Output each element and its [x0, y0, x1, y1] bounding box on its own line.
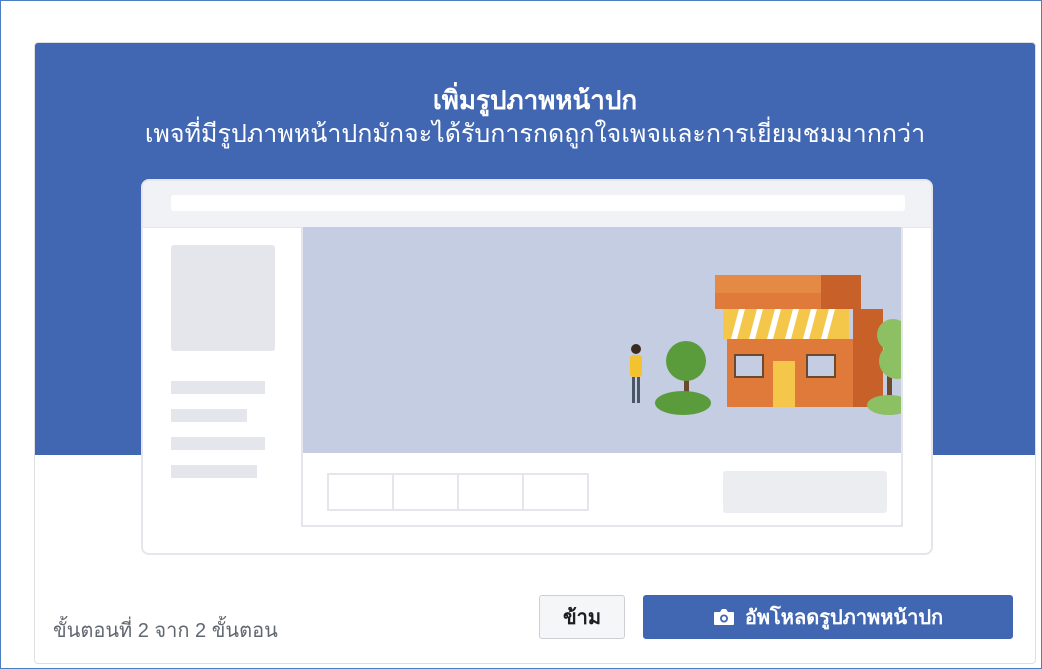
- banner-title: เพิ่มรูปภาพหน้าปก: [432, 85, 638, 115]
- preview-browser-bar: [143, 181, 931, 228]
- person-figure: [630, 344, 642, 403]
- preview-sidebar-line: [171, 381, 265, 394]
- preview-tab: [524, 475, 587, 509]
- preview-sidebar-line: [171, 409, 247, 422]
- upload-button-label: อัพโหลดรูปภาพหน้าปก: [744, 607, 944, 629]
- preview-tab: [459, 475, 524, 509]
- upload-cover-photo-button[interactable]: อัพโหลดรูปภาพหน้าปก: [643, 595, 1013, 639]
- tree-left: [655, 341, 711, 415]
- preview-sidebar-line: [171, 437, 265, 450]
- skip-button[interactable]: ข้าม: [539, 595, 625, 639]
- store-building: [715, 275, 883, 407]
- preview-main-area: [301, 227, 903, 527]
- step-indicator: ขั้นตอนที่ 2 จาก 2 ขั้นตอน: [53, 620, 278, 642]
- preview-address-bar: [171, 195, 905, 211]
- add-cover-photo-dialog: เพิ่มรูปภาพหน้าปก เพจที่มีรูปภาพหน้าปกมั…: [34, 42, 1036, 664]
- preview-sidebar-line: [171, 465, 257, 478]
- preview-cover-photo: [303, 227, 901, 453]
- camera-icon: [713, 609, 734, 625]
- preview-tab-row: [327, 473, 589, 511]
- preview-tab: [394, 475, 459, 509]
- preview-tab: [329, 475, 394, 509]
- preview-profile-thumbnail: [171, 245, 275, 351]
- storefront-illustration: [630, 275, 901, 415]
- page-preview-illustration: [141, 179, 933, 555]
- banner-subtitle: เพจที่มีรูปภาพหน้าปกมักจะได้รับการกดถูกใ…: [144, 120, 926, 148]
- preview-action-button: [723, 471, 887, 513]
